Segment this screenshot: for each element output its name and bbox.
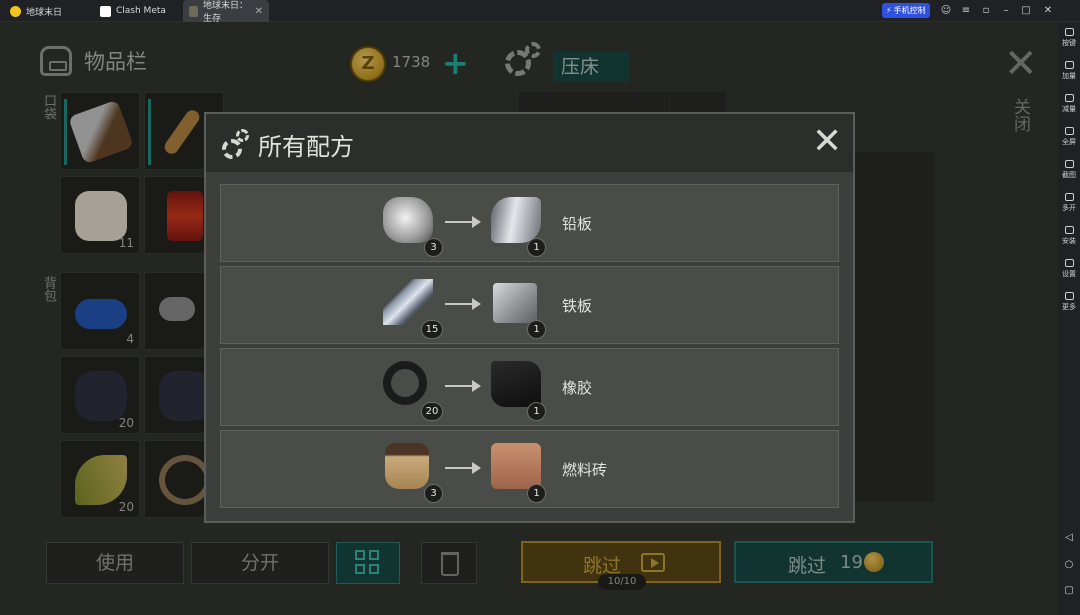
recipe-name: 橡胶 (562, 379, 593, 397)
emulator-titlebar: 地球末日 Clash Meta 地球末日：生存 ✕ ⚡ 手机控制 ☺ ≡ ▫ –… (0, 0, 1080, 24)
fullscreen-icon (1064, 127, 1074, 135)
volume-up-icon (1064, 61, 1074, 69)
sidebar-label: 按键 (1062, 39, 1076, 47)
sidebar-item-settings[interactable]: 设置 (1058, 259, 1080, 279)
input-count: 20 (421, 402, 443, 421)
restore-small-icon[interactable]: ▫ (978, 3, 994, 19)
all-recipes-modal: 所有配方 ✕ 3 1 铅板 15 1 铁板 20 1 橡胶 3 1 燃料砖 (204, 112, 855, 523)
modal-close-icon[interactable]: ✕ (812, 122, 842, 162)
lead-ore-icon (383, 197, 433, 243)
volume-down-icon (1064, 94, 1074, 102)
menu-icon[interactable]: ≡ (958, 3, 974, 19)
sidebar-label: 减量 (1062, 105, 1076, 113)
keyboard-icon (1064, 28, 1074, 36)
tab-label: Clash Meta (116, 6, 166, 16)
home-icon[interactable]: ○ (1058, 559, 1080, 570)
sidebar-item-multi-instance[interactable]: 多开 (1058, 193, 1080, 213)
sidebar-item-screenshot[interactable]: 截图 (1058, 160, 1080, 180)
recipe-row[interactable]: 15 1 铁板 (220, 266, 839, 344)
tab-survival-active[interactable]: 地球末日：生存 ✕ (183, 0, 269, 24)
sidebar-label: 更多 (1062, 303, 1076, 311)
sidebar-label: 截图 (1062, 171, 1076, 179)
sidebar-item-volume-up[interactable]: 加量 (1058, 61, 1080, 81)
game-screen: 物品栏 Z 1738 + 压床 ✕ 关闭 口袋 背包 11 4 20 20 使用… (0, 22, 1058, 615)
phone-control-label: 手机控制 (893, 6, 926, 15)
tab-close-icon[interactable]: ✕ (255, 6, 263, 17)
more-icon (1064, 292, 1074, 300)
multi-window-icon (1064, 193, 1074, 201)
tab-clash-meta[interactable]: Clash Meta (94, 0, 180, 22)
tab-label: 地球末日：生存 (203, 1, 249, 24)
game-icon (189, 5, 198, 17)
iron-plate-icon (493, 283, 537, 323)
modal-title: 所有配方 (258, 133, 354, 161)
sidebar-label: 全屏 (1062, 138, 1076, 146)
recipe-name: 铅板 (562, 215, 593, 233)
sidebar-label: 设置 (1062, 270, 1076, 278)
back-icon[interactable]: ◁ (1058, 532, 1080, 543)
arrow-right-icon (445, 380, 481, 392)
rubber-rings-icon (383, 361, 427, 405)
settings-icon (1064, 259, 1074, 267)
tab-label: 地球末日 (26, 7, 63, 18)
input-count: 3 (424, 484, 443, 503)
account-icon[interactable]: ☺ (938, 3, 954, 19)
sidebar-label: 多开 (1062, 204, 1076, 212)
recipe-row[interactable]: 3 1 燃料砖 (220, 430, 839, 508)
scissors-icon (1064, 160, 1074, 168)
arrow-right-icon (445, 462, 481, 474)
recipe-name: 铁板 (562, 297, 593, 315)
sidebar-item-more[interactable]: 更多 (1058, 292, 1080, 312)
gear-icon (222, 139, 242, 159)
recents-icon[interactable]: ▢ (1058, 585, 1080, 596)
output-count: 1 (527, 320, 546, 339)
modal-header: 所有配方 ✕ (206, 114, 853, 172)
sidebar-label: 加量 (1062, 72, 1076, 80)
lightning-icon: ⚡ (886, 6, 892, 15)
gear-small-icon (236, 129, 249, 142)
sack-icon (385, 443, 429, 489)
input-count: 3 (424, 238, 443, 257)
sidebar-item-install[interactable]: 安装 (1058, 226, 1080, 246)
sidebar-item-volume-down[interactable]: 减量 (1058, 94, 1080, 114)
output-count: 1 (527, 402, 546, 421)
sidebar-label: 安装 (1062, 237, 1076, 245)
arrow-right-icon (445, 216, 481, 228)
sidebar-item-fullscreen[interactable]: 全屏 (1058, 127, 1080, 147)
phone-control-button[interactable]: ⚡ 手机控制 (882, 3, 930, 18)
input-count: 15 (421, 320, 443, 339)
lead-sheet-icon (491, 197, 541, 243)
scrap-metal-icon (383, 279, 433, 325)
recipe-row[interactable]: 20 1 橡胶 (220, 348, 839, 426)
output-count: 1 (527, 484, 546, 503)
sidebar-item-keymap[interactable]: 按键 (1058, 28, 1080, 48)
fuel-brick-icon (491, 443, 541, 489)
clash-meta-icon (100, 5, 111, 17)
minimize-icon[interactable]: – (998, 3, 1014, 19)
tab-earth-doomsday[interactable]: 地球末日 (4, 0, 90, 22)
apk-icon (1064, 226, 1074, 234)
recipe-row[interactable]: 3 1 铅板 (220, 184, 839, 262)
rubber-sheet-icon (491, 361, 541, 407)
output-count: 1 (527, 238, 546, 257)
arrow-right-icon (445, 298, 481, 310)
window-close-icon[interactable]: ✕ (1040, 3, 1056, 19)
maximize-icon[interactable]: □ (1018, 3, 1034, 19)
recipe-name: 燃料砖 (562, 461, 608, 479)
emulator-sidebar: 按键 加量 减量 全屏 截图 多开 安装 设置 更多 ◁ ○ ▢ (1058, 22, 1080, 615)
app-logo-icon (10, 5, 21, 17)
